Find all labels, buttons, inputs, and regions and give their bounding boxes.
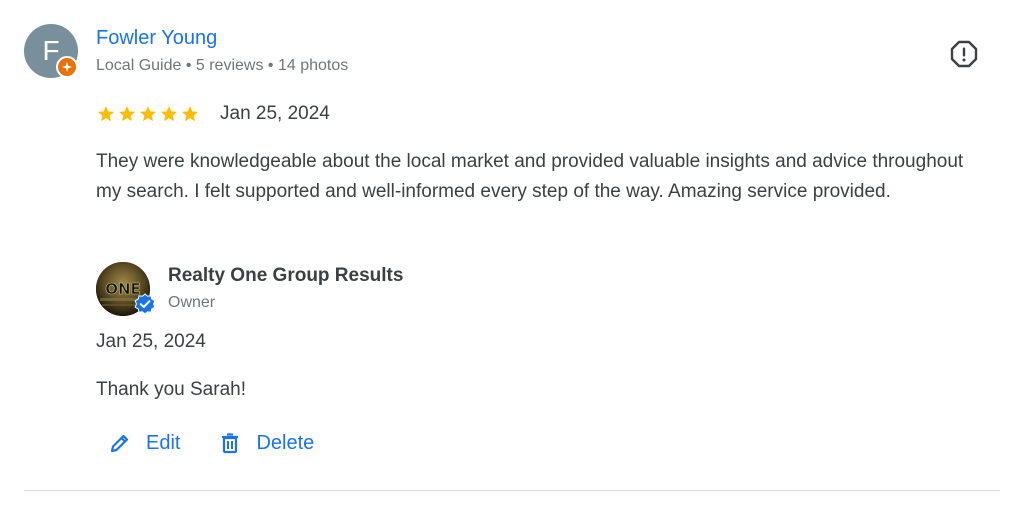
review-text: They were knowledgeable about the local … xyxy=(96,151,964,202)
owner-name: Realty One Group Results xyxy=(168,265,404,286)
delete-button[interactable]: Delete xyxy=(218,431,314,455)
rating-row: Jan 25, 2024 xyxy=(96,103,330,125)
star-icon xyxy=(98,106,114,122)
response-actions: Edit Delete xyxy=(108,431,314,455)
response-text: Thank you Sarah! xyxy=(96,379,246,400)
star-rating xyxy=(96,104,200,124)
trash-icon xyxy=(222,433,239,454)
review-card: F Fowler Young Local Guide • 5 reviews •… xyxy=(0,0,1024,508)
divider xyxy=(24,490,1000,491)
report-icon[interactable] xyxy=(948,38,980,70)
owner-role: Owner xyxy=(168,294,216,311)
reviewer-name-link[interactable]: Fowler Young xyxy=(96,27,217,50)
star-icon xyxy=(161,106,177,122)
verified-icon xyxy=(134,293,156,315)
pencil-icon xyxy=(110,434,129,453)
delete-label: Delete xyxy=(256,431,315,454)
local-guide-badge-icon xyxy=(56,56,78,78)
reviewer-meta: Local Guide • 5 reviews • 14 photos xyxy=(96,57,349,74)
review-date: Jan 25, 2024 xyxy=(220,103,330,124)
edit-label: Edit xyxy=(146,431,181,454)
star-icon xyxy=(140,106,156,122)
star-icon xyxy=(119,106,135,122)
response-date: Jan 25, 2024 xyxy=(96,331,206,352)
star-icon xyxy=(182,106,198,122)
edit-button[interactable]: Edit xyxy=(108,431,180,455)
